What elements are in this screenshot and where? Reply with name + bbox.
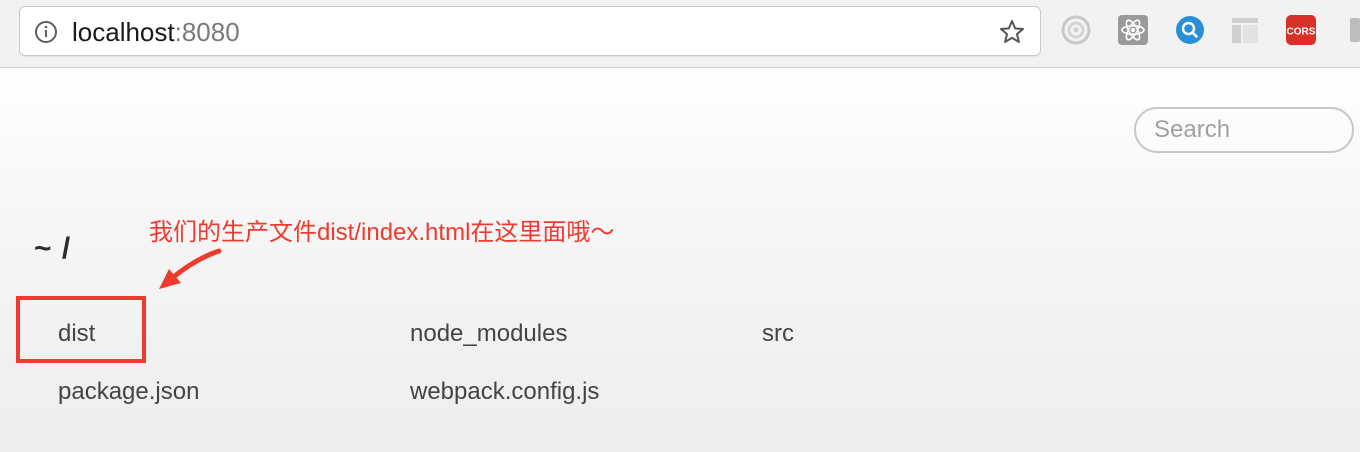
url-text[interactable]: localhost:8080 xyxy=(72,17,240,47)
search-input[interactable] xyxy=(1134,107,1354,153)
cors-extension-icon[interactable]: CORS xyxy=(1285,14,1317,46)
info-icon[interactable] xyxy=(34,20,58,44)
timer-icon[interactable] xyxy=(1060,14,1092,46)
react-devtools-icon[interactable] xyxy=(1117,14,1149,46)
url-port: :8080 xyxy=(174,17,240,47)
file-link-package-json[interactable]: package.json xyxy=(58,378,199,406)
file-link-node-modules[interactable]: node_modules xyxy=(410,320,567,348)
address-bar[interactable]: localhost:8080 xyxy=(19,6,1041,56)
browser-toolbar: localhost:8080 CORS xyxy=(0,0,1360,68)
file-link-webpack-config[interactable]: webpack.config.js xyxy=(410,378,599,406)
file-link-src[interactable]: src xyxy=(762,320,794,348)
annotation-text: 我们的生产文件dist/index.html在这里面哦～ xyxy=(149,219,615,246)
search-extension-icon[interactable] xyxy=(1174,14,1206,46)
layout-extension-icon[interactable] xyxy=(1229,14,1261,46)
bookmark-star-icon[interactable] xyxy=(998,18,1026,46)
more-extension-icon[interactable] xyxy=(1347,14,1360,46)
cors-label: CORS xyxy=(1287,27,1316,38)
breadcrumb: ~ / xyxy=(34,232,72,265)
annotation-arrow-icon xyxy=(159,248,222,289)
annotation-highlight-box xyxy=(16,296,146,363)
directory-listing-page: ~ / dist node_modules src package.json w… xyxy=(0,69,1360,452)
url-host: localhost xyxy=(72,17,175,47)
